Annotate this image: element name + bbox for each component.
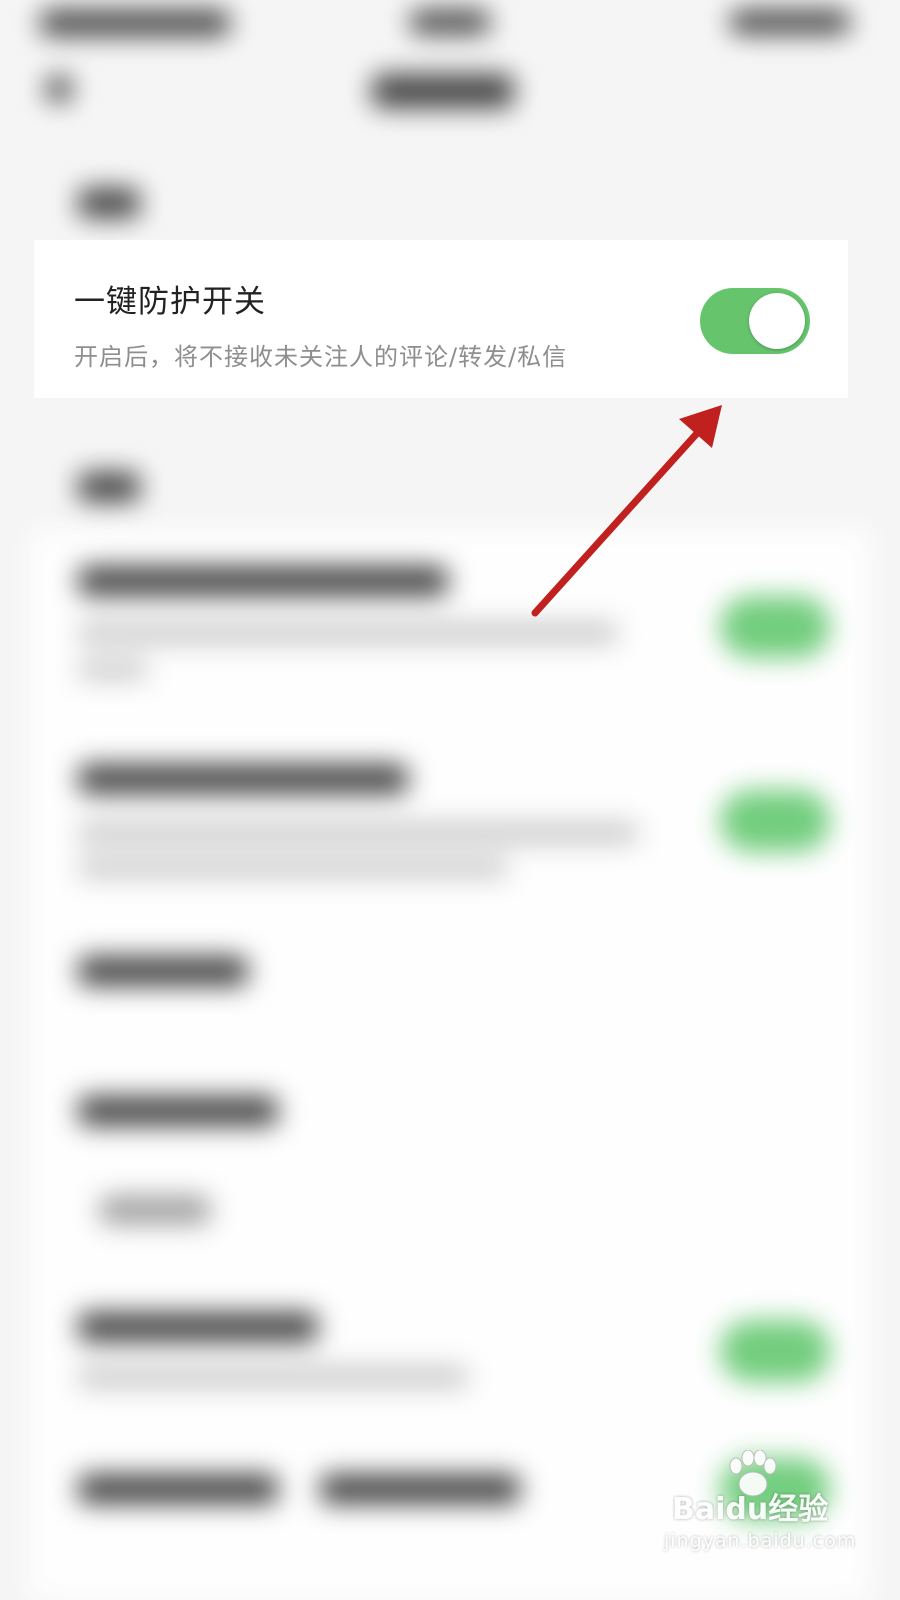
watermark-url: jingyan.baidu.com	[664, 1530, 857, 1552]
row-title-blur	[320, 1474, 520, 1504]
settings-card-blur	[30, 530, 870, 1600]
row-title-blur	[78, 1096, 278, 1126]
row-toggle-blur[interactable]	[720, 790, 830, 852]
row-title-blur	[78, 1474, 278, 1504]
watermark-brand: Baidu经验	[672, 1492, 829, 1527]
row-desc-blur	[78, 822, 638, 844]
row-desc-blur	[78, 622, 618, 644]
back-icon[interactable]	[46, 76, 72, 102]
row-desc-blur	[78, 858, 508, 878]
status-bar-blur	[410, 10, 490, 34]
one-click-protection-toggle[interactable]	[700, 288, 810, 354]
one-click-protection-row[interactable]: 一键防护开关 开启后，将不接收未关注人的评论/转发/私信	[34, 240, 848, 398]
toggle-knob	[749, 293, 805, 349]
baidu-jingyan-watermark: Baidu经验 jingyan.baidu.com	[664, 1450, 855, 1560]
row-toggle-blur[interactable]	[720, 596, 830, 658]
page-title-blur	[372, 74, 514, 108]
one-click-protection-title: 一键防护开关	[74, 284, 266, 320]
row-title-blur	[78, 566, 448, 596]
section-header-blur	[78, 188, 140, 218]
row-desc-blur	[78, 1366, 468, 1388]
row-title-blur	[78, 1312, 318, 1342]
row-toggle-blur[interactable]	[720, 1320, 830, 1382]
row-title-blur	[78, 956, 248, 986]
one-click-protection-description: 开启后，将不接收未关注人的评论/转发/私信	[74, 343, 568, 371]
section-header-blur	[78, 472, 140, 502]
row-desc-blur	[78, 660, 148, 680]
row-title-blur	[78, 764, 408, 794]
status-bar-blur	[730, 10, 850, 34]
status-bar-blur	[40, 10, 230, 36]
row-option-blur[interactable]	[100, 1196, 210, 1224]
settings-screen: 一键防护开关 开启后，将不接收未关注人的评论/转发/私信 Baidu经验 jin…	[0, 0, 900, 1600]
